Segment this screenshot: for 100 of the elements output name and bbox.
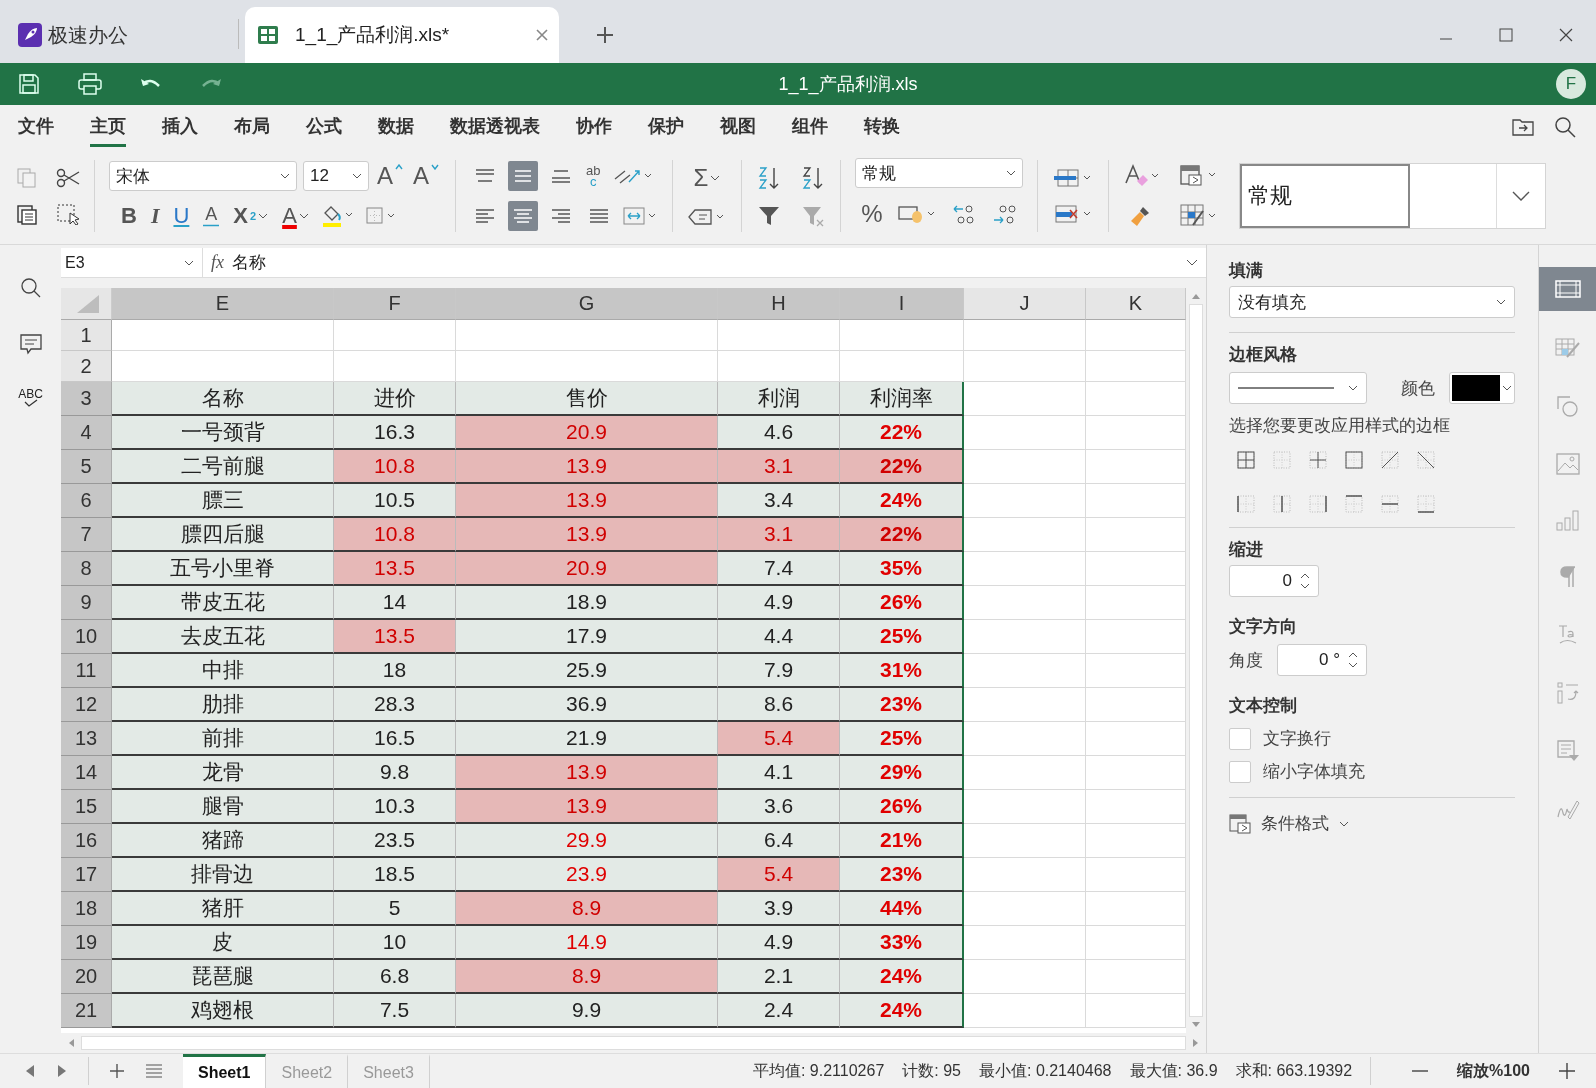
formula-input[interactable]: 名称 [232,251,1186,274]
scissors-icon[interactable] [56,167,80,189]
shrink-font-button[interactable]: A [411,162,442,190]
row-header[interactable]: 7 [61,518,112,552]
zoom-in-icon[interactable] [1558,1062,1576,1080]
row-header[interactable]: 3 [61,382,112,416]
app-tab[interactable]: 极速办公 [18,7,238,63]
number-format-dropdown[interactable]: 常规 [855,158,1024,188]
search-icon[interactable] [1554,115,1576,138]
maximize-icon[interactable] [1498,27,1514,43]
row-header[interactable]: 20 [61,960,112,994]
checkbox[interactable] [1229,727,1251,750]
border-option-icon[interactable] [1237,451,1255,469]
cell-name-box[interactable]: E3 [61,248,203,277]
row-header[interactable]: 21 [61,994,112,1028]
chevron-down-icon[interactable] [1186,258,1198,267]
vertical-align-button[interactable] [508,161,539,191]
conditional-format-button[interactable]: 条件格式 [1229,808,1349,839]
border-option-icon[interactable] [1345,495,1363,513]
border-option-icon[interactable] [1309,495,1327,513]
up-arrow-icon[interactable] [1191,292,1201,300]
row-header[interactable]: 5 [61,450,112,484]
column-header[interactable]: H [718,288,840,320]
down-arrow-icon[interactable] [1191,1021,1201,1029]
row-header[interactable]: 12 [61,688,112,722]
row-header[interactable]: 1 [61,320,112,351]
row-header[interactable]: 6 [61,484,112,518]
close-icon[interactable] [535,28,549,42]
paragraph-icon[interactable] [1558,565,1577,589]
font-color-button[interactable]: A [280,203,311,229]
row-header[interactable]: 13 [61,722,112,756]
border-option-icon[interactable] [1381,495,1399,513]
menu-tab[interactable]: 数据透视表 [450,106,540,147]
column-header[interactable]: I [840,288,964,320]
next-sheet-icon[interactable] [56,1064,68,1078]
right-arrow-icon[interactable] [1192,1038,1200,1048]
row-header[interactable]: 9 [61,586,112,620]
italic-button[interactable]: I [148,203,162,229]
grow-font-button[interactable]: A [375,162,405,190]
border-option-icon[interactable] [1381,451,1399,469]
left-arrow-icon[interactable] [67,1038,75,1048]
scroll-thumb[interactable] [1189,304,1203,1017]
search-icon[interactable] [19,277,42,299]
border-option-icon[interactable] [1273,495,1291,513]
clear-filter-icon[interactable] [801,205,826,227]
row-header[interactable]: 14 [61,756,112,790]
border-option-icon[interactable] [1237,495,1255,513]
wrap-text-button[interactable]: ab c [584,165,603,187]
menu-tab[interactable]: 公式 [306,106,342,147]
menu-tab[interactable]: 视图 [720,106,756,147]
filter-icon[interactable] [757,205,782,227]
style-preview[interactable]: 常规 [1240,164,1411,228]
plus-icon[interactable] [595,25,615,45]
shapes-icon[interactable] [1555,395,1580,419]
column-header[interactable]: K [1086,288,1186,320]
bold-button[interactable]: B [119,203,139,229]
column-header[interactable]: E [112,288,334,320]
document-tab[interactable]: 1_1_产品利润.xls* [245,7,559,63]
column-header[interactable]: G [456,288,718,320]
print-icon[interactable] [78,73,102,95]
menu-tab[interactable]: 转换 [864,106,900,147]
row-header[interactable]: 16 [61,824,112,858]
cell-settings-tab[interactable] [1539,267,1596,311]
row-header[interactable]: 2 [61,351,112,382]
sheet-tab[interactable]: Sheet1 [183,1054,267,1088]
strikethrough-button[interactable]: A [201,205,222,227]
menu-tab[interactable]: 数据 [378,106,414,147]
scroll-thumb[interactable] [81,1036,1186,1050]
row-header[interactable]: 17 [61,858,112,892]
border-option-icon[interactable] [1417,495,1435,513]
paste-icon[interactable] [16,203,38,225]
color-picker[interactable] [1449,372,1515,404]
sheet-list-icon[interactable] [145,1063,163,1079]
row-header[interactable]: 4 [61,416,112,450]
previous-sheet-icon[interactable] [24,1064,36,1078]
chevron-down-icon[interactable] [1511,190,1532,202]
row-header[interactable]: 11 [61,654,112,688]
percent-button[interactable]: % [859,200,885,228]
image-icon[interactable] [1555,453,1580,475]
border-option-icon[interactable] [1417,451,1435,469]
zoom-out-icon[interactable] [1411,1069,1430,1073]
checkbox[interactable] [1229,760,1251,783]
save-icon[interactable] [18,73,40,95]
user-avatar[interactable]: F [1556,69,1586,99]
comment-icon[interactable] [18,333,43,355]
menu-tab[interactable]: 组件 [792,106,828,147]
menu-tab[interactable]: 保护 [648,106,684,147]
spell-check-button[interactable]: ABC [18,389,43,407]
font-size-dropdown[interactable]: 12 [303,161,369,191]
fill-bucket-icon[interactable] [320,204,355,228]
function-button[interactable]: fx [203,252,232,273]
indent-spinner[interactable]: 0 [1229,565,1319,597]
form-filter-icon[interactable] [1555,739,1580,763]
add-sheet-icon[interactable] [109,1063,125,1079]
horizontal-align-button[interactable] [508,201,539,231]
column-header[interactable]: J [964,288,1086,320]
menu-tab[interactable]: 插入 [162,106,198,147]
sum-button[interactable]: Σ [691,164,723,192]
menu-tab[interactable]: 主页 [90,106,126,147]
folder-arrow-icon[interactable] [1512,117,1534,136]
